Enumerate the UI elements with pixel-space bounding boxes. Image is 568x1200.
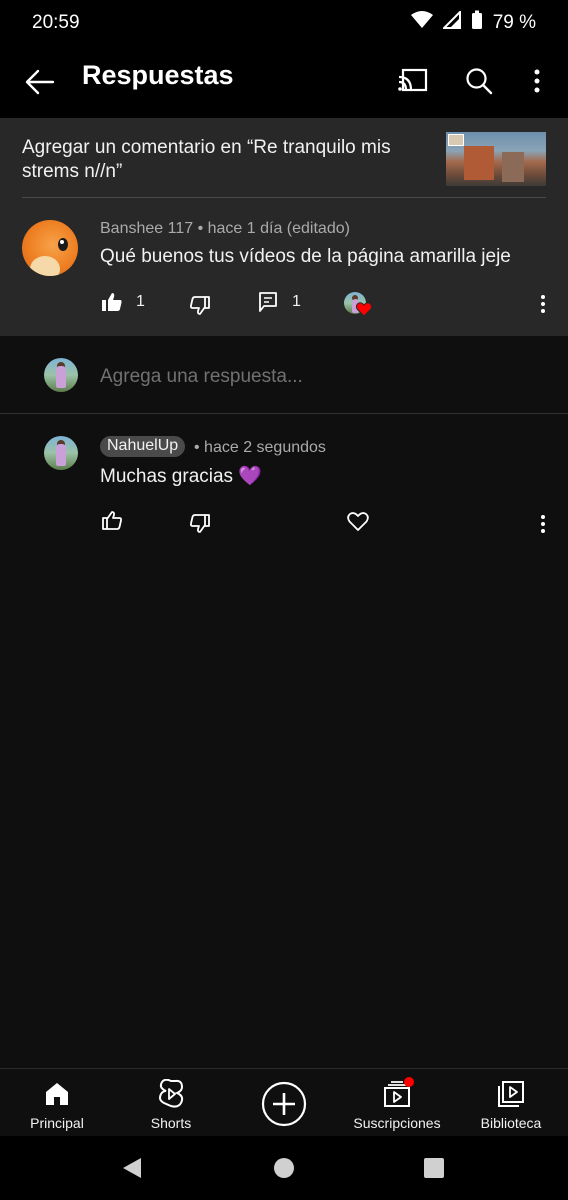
circle-home-icon xyxy=(274,1158,294,1178)
back-button[interactable] xyxy=(22,64,58,100)
shorts-icon xyxy=(156,1079,186,1109)
more-vert-icon xyxy=(534,69,540,93)
comment-text: Qué buenos tus vídeos de la página amari… xyxy=(100,246,511,267)
signal-icon xyxy=(441,9,461,35)
comment-author[interactable]: Banshee 117 xyxy=(100,220,193,237)
triangle-back-icon xyxy=(123,1158,141,1178)
avatar-detail xyxy=(56,444,66,466)
nav-item-create[interactable] xyxy=(227,1069,341,1137)
status-bar: 20:59 79 % xyxy=(0,0,568,46)
avatar-detail xyxy=(58,238,68,251)
thumbnail-building xyxy=(464,146,494,180)
heart-button[interactable] xyxy=(346,510,370,534)
avatar[interactable] xyxy=(44,436,78,470)
app-bar: Respuestas xyxy=(0,46,568,118)
main-comment: Banshee 117 • hace 1 día (editado) Qué b… xyxy=(0,198,568,336)
create-icon xyxy=(261,1081,307,1127)
nav-label: Shorts xyxy=(150,1115,192,1131)
system-navigation-bar xyxy=(0,1136,568,1200)
comment-more-button[interactable] xyxy=(538,292,548,316)
replies-button[interactable]: 1 xyxy=(256,290,301,314)
like-button[interactable] xyxy=(100,508,124,532)
more-options-button[interactable] xyxy=(522,62,552,100)
library-icon xyxy=(496,1079,526,1109)
nav-label: Principal xyxy=(30,1115,84,1131)
thumb-up-filled-icon xyxy=(100,290,124,314)
avatar[interactable] xyxy=(22,220,78,276)
comment-time: hace 1 día (editado) xyxy=(207,220,350,237)
avatar-detail xyxy=(56,366,66,388)
status-time: 20:59 xyxy=(32,12,80,33)
reply-input-row[interactable]: Agrega una respuesta... xyxy=(0,336,568,414)
reply-count: 1 xyxy=(292,293,301,310)
heart-filled-icon xyxy=(356,302,372,317)
dislike-button[interactable] xyxy=(188,512,212,536)
thumb-down-icon xyxy=(188,294,212,318)
meta-separator: • xyxy=(194,439,205,456)
meta-separator: • xyxy=(197,220,208,237)
comment-icon xyxy=(256,290,280,314)
nav-label: Suscripciones xyxy=(353,1115,441,1131)
like-button[interactable]: 1 xyxy=(100,290,145,314)
more-vert-icon xyxy=(541,515,545,533)
creator-heart[interactable] xyxy=(344,292,374,320)
nav-item-subscriptions[interactable]: Suscripciones xyxy=(340,1069,454,1137)
battery-percent: 79 % xyxy=(492,12,536,33)
nav-label: Biblioteca xyxy=(480,1115,542,1131)
like-count: 1 xyxy=(136,293,145,310)
reply-time: hace 2 segundos xyxy=(204,439,326,456)
system-recents-button[interactable] xyxy=(420,1154,448,1182)
nav-item-library[interactable]: Biblioteca xyxy=(454,1069,568,1137)
bottom-navigation: Principal Shorts Suscripciones Bibliotec… xyxy=(0,1068,568,1136)
battery-icon xyxy=(471,10,483,36)
video-thumbnail[interactable] xyxy=(446,132,546,186)
search-icon xyxy=(466,68,493,95)
current-user-avatar xyxy=(44,358,78,392)
system-back-button[interactable] xyxy=(118,1154,146,1182)
cast-icon xyxy=(398,68,428,92)
thumbnail-webcam xyxy=(448,134,464,146)
reply-comment: NahuelUp • hace 2 segundos Muchas gracia… xyxy=(0,414,568,554)
home-icon xyxy=(42,1079,72,1109)
reply-input[interactable]: Agrega una respuesta... xyxy=(100,366,303,388)
wifi-icon xyxy=(410,11,433,35)
reply-author-chip[interactable]: NahuelUp xyxy=(100,436,186,457)
nav-item-home[interactable]: Principal xyxy=(0,1069,114,1137)
avatar-detail xyxy=(30,256,60,276)
add-comment-prompt[interactable]: Agregar un comentario en “Re tranquilo m… xyxy=(22,136,422,184)
more-vert-icon xyxy=(541,295,545,313)
thumbnail-building xyxy=(502,152,524,182)
status-icons: 79 % xyxy=(410,9,536,36)
thumb-down-icon xyxy=(188,512,212,536)
dislike-button[interactable] xyxy=(188,294,212,318)
nav-item-shorts[interactable]: Shorts xyxy=(114,1069,228,1137)
reply-text: Muchas gracias 💜 xyxy=(100,466,262,487)
back-arrow-icon xyxy=(25,69,55,95)
page-title: Respuestas xyxy=(82,60,234,90)
square-recents-icon xyxy=(424,1158,444,1178)
heart-outline-icon xyxy=(346,510,370,534)
thumb-up-icon xyxy=(100,508,124,532)
cast-button[interactable] xyxy=(394,62,432,100)
notification-dot xyxy=(404,1077,414,1087)
reply-more-button[interactable] xyxy=(538,512,548,536)
system-home-button[interactable] xyxy=(270,1154,298,1182)
reply-meta: • hace 2 segundos xyxy=(194,439,326,457)
comment-meta: Banshee 117 • hace 1 día (editado) xyxy=(100,220,350,238)
search-button[interactable] xyxy=(460,62,498,100)
video-context-header[interactable]: Agregar un comentario en “Re tranquilo m… xyxy=(0,118,568,198)
subscriptions-icon xyxy=(382,1077,414,1109)
